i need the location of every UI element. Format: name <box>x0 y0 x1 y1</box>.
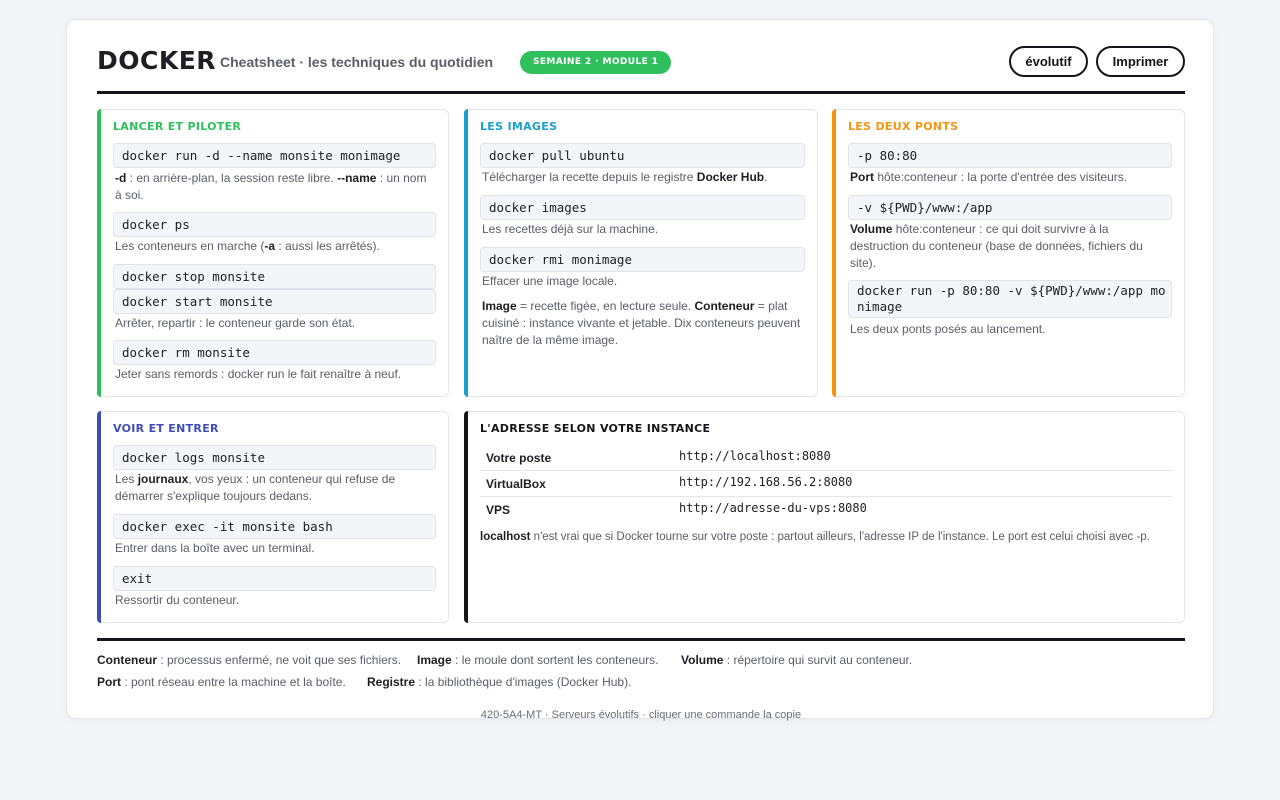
keyword: Conteneur <box>694 299 755 313</box>
command-docker-run-full[interactable]: docker run -p 80:80 -v ${PWD}/www:/app m… <box>848 280 1172 318</box>
command-description: Effacer une image locale. <box>482 274 618 288</box>
address-label: VirtualBox <box>486 477 546 491</box>
card-lancer: Lancer et piloter docker run -d --name m… <box>97 109 449 397</box>
command-docker-pull[interactable]: docker pull ubuntu <box>480 143 805 168</box>
address-label: Votre poste <box>486 451 552 465</box>
desc-text: : en arrière-plan, la session reste libr… <box>126 171 338 185</box>
glossary-item: Volume : répertoire qui survit au conten… <box>681 652 912 668</box>
command-docker-logs[interactable]: docker logs monsite <box>113 445 436 470</box>
keyword: Docker Hub <box>696 170 765 184</box>
glossary-term: Conteneur <box>97 653 157 667</box>
card-adresse: L'adresse selon votre instance Votre pos… <box>464 411 1185 623</box>
footer-credit: 420-5A4-MT · Serveurs évolutifs · clique… <box>480 709 802 721</box>
glossary-item: Image : le moule dont sortent les conten… <box>417 652 658 668</box>
command-description: Les recettes déjà sur la machine. <box>482 222 659 236</box>
command-docker-rm[interactable]: docker rm monsite <box>113 340 436 365</box>
desc-text: Télécharger la recette depuis le registr… <box>482 170 697 184</box>
keyword: Image <box>482 299 517 313</box>
address-url[interactable]: http://adresse-du-vps:8080 <box>679 501 867 515</box>
desc-text: Les <box>115 472 138 486</box>
footer-glossary: Conteneur : processus enfermé, ne voit q… <box>97 638 1185 721</box>
card-title: L'adresse selon votre instance <box>480 422 711 435</box>
glossary-item: Conteneur : processus enfermé, ne voit q… <box>97 652 401 668</box>
header: Docker Cheatsheet · les techniques du qu… <box>97 46 1185 94</box>
print-button[interactable]: Imprimer <box>1096 46 1185 77</box>
address-row: Votre poste http://localhost:8080 <box>480 445 1172 471</box>
command-docker-start[interactable]: docker start monsite <box>113 289 436 314</box>
desc-text: . <box>764 170 768 184</box>
command-docker-run[interactable]: docker run -d --name monsite monimage <box>113 143 436 168</box>
keyword: journaux <box>137 472 189 486</box>
command-description: Volume hôte:conteneur : ce qui doit surv… <box>850 221 1170 272</box>
brand-title: Docker <box>97 46 217 75</box>
card-ponts: Les deux ponts -p 80:80 Port hôte:conten… <box>832 109 1185 397</box>
glossary-term: Volume <box>681 653 724 667</box>
command-description: Port hôte:conteneur : la porte d'entrée … <box>850 169 1170 186</box>
command-description: -d : en arrière-plan, la session reste l… <box>115 170 434 204</box>
command-docker-rmi[interactable]: docker rmi monimage <box>480 247 805 272</box>
glossary-term: Port <box>97 675 121 689</box>
glossary-def: : le moule dont sortent les conteneurs. <box>451 653 659 667</box>
subtitle: Cheatsheet · les techniques du quotidien <box>220 54 494 70</box>
glossary-def: : répertoire qui survit au conteneur. <box>723 653 913 667</box>
command-description: Jeter sans remords : docker run le fait … <box>115 367 402 381</box>
glossary-term: Registre <box>367 675 416 689</box>
command-description: Ressortir du conteneur. <box>115 593 240 607</box>
keyword: -d <box>115 171 127 185</box>
keyword: localhost <box>480 531 531 543</box>
address-label: VPS <box>486 503 511 517</box>
desc-text: = recette figée, en lecture seule. <box>516 299 695 313</box>
keyword: Volume <box>850 222 893 236</box>
card-voir: Voir et entrer docker logs monsite Les j… <box>97 411 449 623</box>
glossary-def: : processus enfermé, ne voit que ses fic… <box>157 653 402 667</box>
card-title: Les deux ponts <box>848 120 959 133</box>
keyword: --name <box>337 171 377 185</box>
glossary-item: Port : pont réseau entre la machine et l… <box>97 674 346 690</box>
command-docker-ps[interactable]: docker ps <box>113 212 436 237</box>
command-docker-images[interactable]: docker images <box>480 195 805 220</box>
keyword: Port <box>850 170 874 184</box>
address-row: VPS http://adresse-du-vps:8080 <box>480 497 1172 523</box>
cheatsheet: Docker Cheatsheet · les techniques du qu… <box>66 19 1214 721</box>
glossary-def: : pont réseau entre la machine et la boî… <box>121 675 346 689</box>
command-volume-flag[interactable]: -v ${PWD}/www:/app <box>848 195 1172 220</box>
command-exit[interactable]: exit <box>113 566 436 591</box>
keyword: -a <box>264 239 276 253</box>
command-description: Les conteneurs en marche (-a : aussi les… <box>115 238 434 255</box>
glossary-item: Registre : la bibliothèque d'images (Doc… <box>367 674 631 690</box>
desc-text: n'est vrai que si Docker tourne sur votr… <box>530 531 1150 543</box>
address-note: localhost n'est vrai que si Docker tourn… <box>480 529 1170 546</box>
glossary-def: : la bibliothèque d'images (Docker Hub). <box>415 675 632 689</box>
image-container-note: Image = recette figée, en lecture seule.… <box>482 298 803 349</box>
glossary-term: Image <box>417 653 452 667</box>
command-description: Les journaux, vos yeux : un conteneur qu… <box>115 471 434 505</box>
command-docker-exec[interactable]: docker exec -it monsite bash <box>113 514 436 539</box>
week-badge: Semaine 2 · Module 1 <box>520 51 672 74</box>
card-images: Les images docker pull ubuntu Télécharge… <box>464 109 818 397</box>
desc-text: hôte:conteneur : la porte d'entrée des v… <box>874 170 1128 184</box>
command-port-flag[interactable]: -p 80:80 <box>848 143 1172 168</box>
card-title: Voir et entrer <box>113 422 219 435</box>
card-title: Lancer et piloter <box>113 120 242 133</box>
address-url[interactable]: http://192.168.56.2:8080 <box>679 475 852 489</box>
command-description: Entrer dans la boîte avec un terminal. <box>115 541 315 555</box>
command-description: Les deux ponts posés au lancement. <box>850 322 1046 336</box>
desc-text: : aussi les arrêtés). <box>275 239 380 253</box>
address-url[interactable]: http://localhost:8080 <box>679 449 831 463</box>
command-description: Télécharger la recette depuis le registr… <box>482 169 803 186</box>
desc-text: hôte:conteneur : ce qui doit survivre à … <box>850 222 1143 270</box>
command-description: Arrêter, repartir : le conteneur garde s… <box>115 316 356 330</box>
evolutif-button[interactable]: évolutif <box>1009 46 1088 77</box>
desc-text: Les conteneurs en marche ( <box>115 239 265 253</box>
address-row: VirtualBox http://192.168.56.2:8080 <box>480 471 1172 497</box>
command-docker-stop[interactable]: docker stop monsite <box>113 264 436 289</box>
card-title: Les images <box>480 120 558 133</box>
